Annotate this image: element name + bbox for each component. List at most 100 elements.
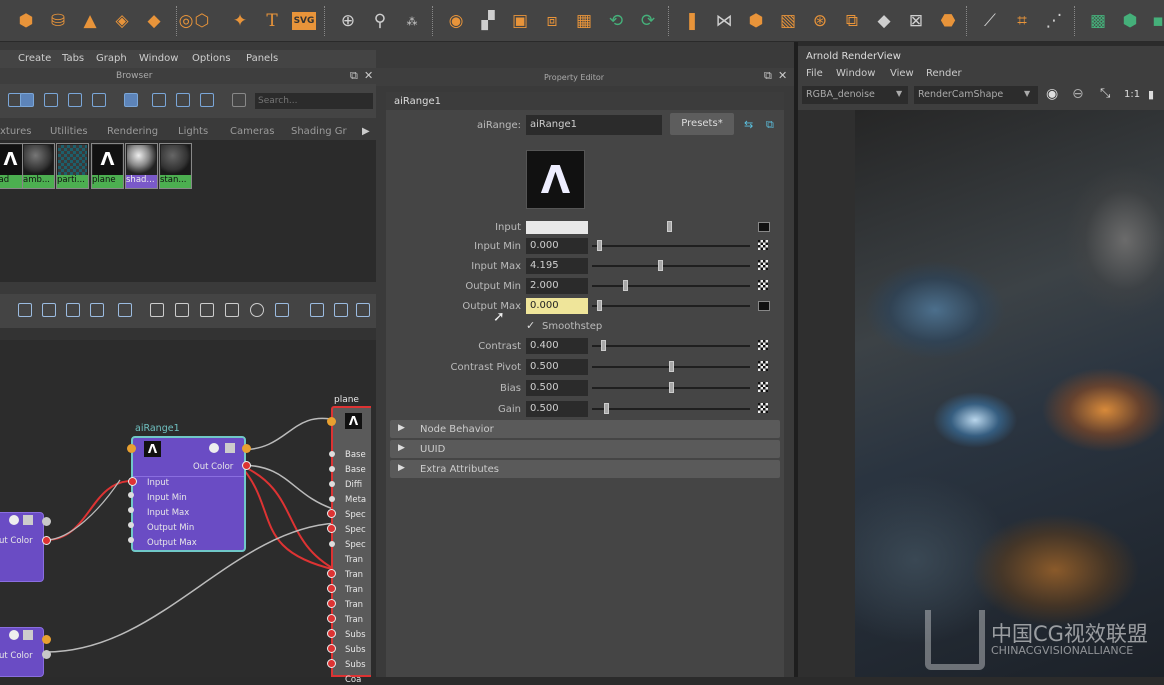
float-icon[interactable]: ⧉ (350, 69, 358, 83)
row-slider[interactable] (592, 245, 750, 247)
port[interactable] (329, 496, 335, 502)
map-button-icon[interactable] (758, 403, 768, 413)
uv-icon[interactable]: ▦ (572, 8, 596, 34)
snap-icon[interactable]: ⚲ (368, 8, 392, 34)
attr-subsurface-radius[interactable]: Subs (345, 660, 366, 670)
filter-icon[interactable] (232, 93, 246, 107)
large-icons-icon[interactable] (92, 93, 106, 107)
attr-input-max[interactable]: Input Max (147, 508, 189, 518)
cluster-icon[interactable]: ⊠ (904, 8, 928, 34)
port[interactable] (42, 517, 51, 526)
sort-name-icon[interactable] (124, 93, 138, 107)
soft-mod-icon[interactable]: ⬣ (936, 8, 960, 34)
material-swatch[interactable]: Λ plane (91, 143, 124, 189)
tab-cameras[interactable]: Cameras (230, 126, 274, 137)
node-name-field[interactable]: aiRange1 (526, 115, 662, 135)
node-graph[interactable]: ut Color ut Color aiRange1 Λ Out Color I… (0, 340, 376, 685)
squash-icon[interactable]: ⬢ (744, 8, 768, 34)
copy-tab-icon[interactable]: ⧉ (766, 118, 774, 132)
attr-output-min[interactable]: Output Min (147, 523, 194, 533)
swatch-toggle-icon[interactable] (275, 303, 289, 317)
attr-base[interactable]: Base (345, 450, 366, 460)
attr-specular-color[interactable]: Spec (345, 525, 366, 535)
medium-icons-icon[interactable] (68, 93, 82, 107)
port[interactable] (242, 444, 251, 453)
port-connected[interactable] (128, 477, 137, 486)
both-connections-icon[interactable] (90, 303, 104, 317)
camera-dropdown[interactable]: RenderCamShape ▼ (914, 86, 1038, 104)
svg-icon[interactable]: SVG (292, 12, 316, 30)
grid-snap-icon[interactable]: ⁂ (400, 8, 424, 34)
menu-window[interactable]: Window (836, 68, 875, 79)
map-button-icon[interactable] (758, 240, 768, 250)
row-slider-knob[interactable] (604, 403, 610, 414)
bend-icon[interactable]: ⟳ (636, 8, 660, 34)
row-slider[interactable] (592, 305, 750, 307)
port-connected[interactable] (327, 509, 336, 518)
attr-diffuse[interactable]: Diffi (345, 480, 362, 490)
port[interactable] (329, 541, 335, 547)
row-slider-knob[interactable] (668, 361, 674, 372)
curve-tool-icon[interactable]: ⟋ (978, 8, 1002, 34)
close-icon[interactable]: ✕ (364, 69, 373, 82)
tab-utilities[interactable]: Utilities (50, 126, 88, 137)
row-value-field[interactable]: 2.000 (526, 278, 588, 294)
material-swatch[interactable]: parti... (56, 143, 89, 189)
node-toggle-icon[interactable] (9, 630, 19, 640)
cone-icon[interactable]: ▲ (78, 8, 102, 34)
split-icon[interactable]: ⧈ (540, 8, 564, 34)
port[interactable] (329, 466, 335, 472)
crop-icon[interactable]: ⤡ (1100, 86, 1110, 101)
port-connected[interactable] (327, 644, 336, 653)
section-extra-attributes[interactable]: ▶ Extra Attributes (390, 460, 780, 478)
row-value-field[interactable]: 0.000 (526, 298, 588, 314)
menu-create[interactable]: Create (18, 53, 51, 64)
settings-icon[interactable] (356, 303, 370, 317)
aov-dropdown[interactable]: RGBA_denoise ▼ (802, 86, 908, 104)
menu-render[interactable]: Render (926, 68, 962, 79)
search-icon[interactable] (250, 303, 264, 317)
port-connected[interactable] (327, 524, 336, 533)
row-slider[interactable] (592, 285, 750, 287)
port[interactable] (128, 492, 134, 498)
move-tool-icon[interactable]: ◉ (444, 8, 468, 34)
swatch-view-icon[interactable] (20, 93, 34, 107)
transform-icon[interactable]: ⊕ (336, 8, 360, 34)
render-image[interactable]: 中国CG视效联盟 CHINACGVISIONALLIANCE (855, 110, 1164, 677)
port[interactable] (327, 417, 336, 426)
port-connected[interactable] (327, 629, 336, 638)
section-node-behavior[interactable]: ▶ Node Behavior (390, 420, 780, 438)
port[interactable] (128, 537, 134, 543)
attr-metalness[interactable]: Meta (345, 495, 366, 505)
star-icon[interactable]: ✦ (228, 8, 252, 34)
connected-mode-icon[interactable] (175, 303, 189, 317)
texture-node[interactable]: ut Color (0, 512, 44, 582)
close-icon[interactable]: ✕ (778, 69, 787, 82)
row-value-field[interactable]: 0.500 (526, 380, 588, 396)
tab-scroll-right-icon[interactable]: ▶ (362, 126, 370, 137)
sphere-icon[interactable]: ⬢ (14, 8, 38, 34)
map-button-icon[interactable] (758, 280, 768, 290)
port[interactable] (128, 507, 134, 513)
port-connected[interactable] (327, 614, 336, 623)
input-slider-knob[interactable] (667, 221, 672, 232)
hypershade-icon[interactable]: ⬢ (1118, 8, 1142, 34)
wave-icon[interactable]: ⊛ (808, 8, 832, 34)
tab-lights[interactable]: Lights (178, 126, 208, 137)
map-button-icon[interactable] (758, 260, 768, 270)
port[interactable] (329, 451, 335, 457)
row-value-field[interactable]: 0.400 (526, 338, 588, 354)
row-slider-knob[interactable] (668, 382, 674, 393)
menu-view[interactable]: View (890, 68, 914, 79)
small-icons-icon[interactable] (44, 93, 58, 107)
torus-icon[interactable]: ◈ (110, 8, 134, 34)
input-connections-icon[interactable] (42, 303, 56, 317)
port-connected[interactable] (327, 584, 336, 593)
row-slider[interactable] (592, 408, 750, 410)
input-color-swatch[interactable] (526, 221, 588, 234)
port-connected[interactable] (327, 599, 336, 608)
attr-input-min[interactable]: Input Min (147, 493, 187, 503)
attr-specular[interactable]: Spec (345, 510, 366, 520)
wrap-icon[interactable]: ◆ (872, 8, 896, 34)
lattice-icon[interactable]: ⧉ (840, 8, 864, 34)
